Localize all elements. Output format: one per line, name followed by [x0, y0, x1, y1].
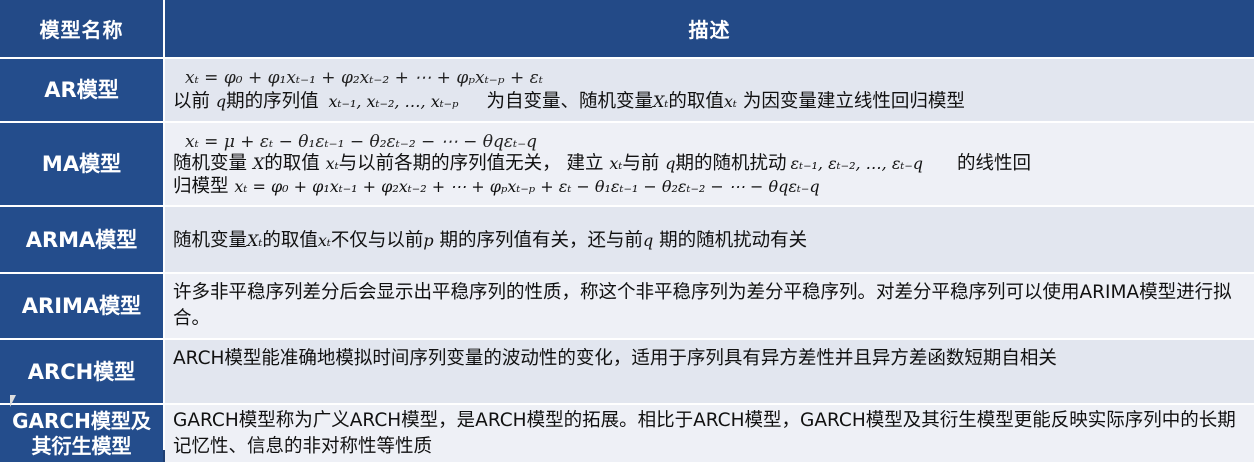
ma-sym-x2: xₜ — [609, 154, 623, 173]
row-name-arch: ARCH模型 — [0, 340, 163, 403]
arma-sym-X: Xₜ — [247, 230, 263, 250]
ar-text: 以前 q期的序列值 xₜ₋₁, xₜ₋₂, …, xₜ₋ₚ 为自变量、随机变量Xₜ… — [173, 89, 1244, 115]
arma-text: 随机变量Xₜ的取值xₜ不仅与以前p 期的序列值有关，还与前q 期的随机扰动有关 — [173, 228, 1244, 254]
ma-sym-eps: εₜ₋₁, εₜ₋₂, …, εₜ₋q — [790, 154, 924, 173]
ar-sym-x: xₜ — [723, 92, 737, 111]
row-desc-ar: xₜ = φ₀ + φ₁xₜ₋₁ + φ₂xₜ₋₂ + ⋯ + φₚxₜ₋ₚ +… — [165, 59, 1254, 121]
ma-text-a: 随机变量 — [173, 153, 253, 174]
ar-sym-X: Xₜ — [653, 92, 669, 111]
row-name-ma: MA模型 — [0, 123, 163, 205]
row-desc-ma: xₜ = μ + εₜ − θ₁εₜ₋₁ − θ₂εₜ₋₂ − ⋯ − θqεₜ… — [165, 123, 1254, 205]
ma-text-e: 期的随机扰动 — [675, 153, 787, 174]
header-description: 描述 — [165, 0, 1254, 57]
mouse-pointer-icon — [10, 395, 16, 407]
arma-sym-x: xₜ — [317, 230, 331, 250]
row-desc-arch: ARCH模型能准确地模拟时间序列变量的波动性的变化，适用于序列具有异方差性并且异… — [165, 340, 1254, 403]
arma-sym-p: p — [423, 230, 434, 250]
ar-text-b: 期的序列值 — [226, 91, 325, 112]
row-desc-garch: GARCH模型称为广义ARCH模型，是ARCH模型的拓展。相比于ARCH模型，G… — [165, 405, 1254, 462]
ar-formula: xₜ = φ₀ + φ₁xₜ₋₁ + φ₂xₜ₋₂ + ⋯ + φₚxₜ₋ₚ +… — [185, 68, 543, 88]
row-name-arma: ARMA模型 — [0, 207, 163, 272]
ma-sym-q: q — [665, 154, 676, 173]
ma-text-g: 归模型 — [173, 176, 235, 197]
row-name-ar: AR模型 — [0, 59, 163, 121]
ar-sym-q: q — [215, 92, 227, 111]
row-desc-arima: 许多非平稳序列差分后会显示出平稳序列的性质，称这个非平稳序列为差分平稳序列。对差… — [165, 274, 1254, 338]
arma-text-b: 的取值 — [262, 229, 318, 251]
arma-sym-q: q — [643, 230, 654, 250]
model-table: 模型名称 描述 AR模型 xₜ = φ₀ + φ₁xₜ₋₁ + φ₂xₜ₋₂ +… — [0, 0, 1254, 462]
ma-sym-X: X — [252, 154, 265, 173]
ma-sym-x: xₜ — [325, 154, 339, 173]
row-desc-arma: 随机变量Xₜ的取值xₜ不仅与以前p 期的序列值有关，还与前q 期的随机扰动有关 — [165, 207, 1254, 272]
header-model-name: 模型名称 — [0, 0, 163, 57]
arma-text-d: 期的序列值有关，还与前 — [433, 229, 643, 251]
ma-text-line1: 随机变量 X的取值 xₜ与以前各期的序列值无关， 建立 xₜ与前 q期的随机扰动… — [173, 152, 1244, 175]
ma-text-d: 与前 — [622, 153, 666, 174]
ar-text-e: 为因变量建立线性回归模型 — [742, 91, 965, 112]
ar-text-c: 为自变量、随机变量 — [486, 91, 654, 112]
ma-text-c: 与以前各期的序列值无关， 建立 — [338, 153, 610, 174]
ar-sym-series: xₜ₋₁, xₜ₋₂, …, xₜ₋ₚ — [328, 92, 459, 111]
row-name-arima: ARIMA模型 — [0, 274, 163, 338]
ar-text-d: 的取值 — [668, 91, 724, 112]
ma-formula2: xₜ = φ₀ + φ₁xₜ₋₁ + φ₂xₜ₋₂ + ⋯ + φₚxₜ₋ₚ +… — [234, 177, 820, 196]
arma-text-a: 随机变量 — [173, 229, 248, 251]
ma-text-b: 的取值 — [264, 153, 326, 174]
ar-text-a: 以前 — [173, 91, 216, 112]
arma-text-c: 不仅与以前 — [330, 229, 424, 251]
arma-text-e: 期的随机扰动有关 — [653, 229, 808, 251]
ma-text-line2: 归模型 xₜ = φ₀ + φ₁xₜ₋₁ + φ₂xₜ₋₂ + ⋯ + φₚxₜ… — [173, 175, 1244, 198]
row-name-garch: GARCH模型及其衍生模型 — [0, 405, 163, 462]
ma-formula: xₜ = μ + εₜ − θ₁εₜ₋₁ − θ₂εₜ₋₂ − ⋯ − θqεₜ… — [185, 132, 538, 152]
ma-text-f: 的线性回 — [957, 153, 1032, 174]
